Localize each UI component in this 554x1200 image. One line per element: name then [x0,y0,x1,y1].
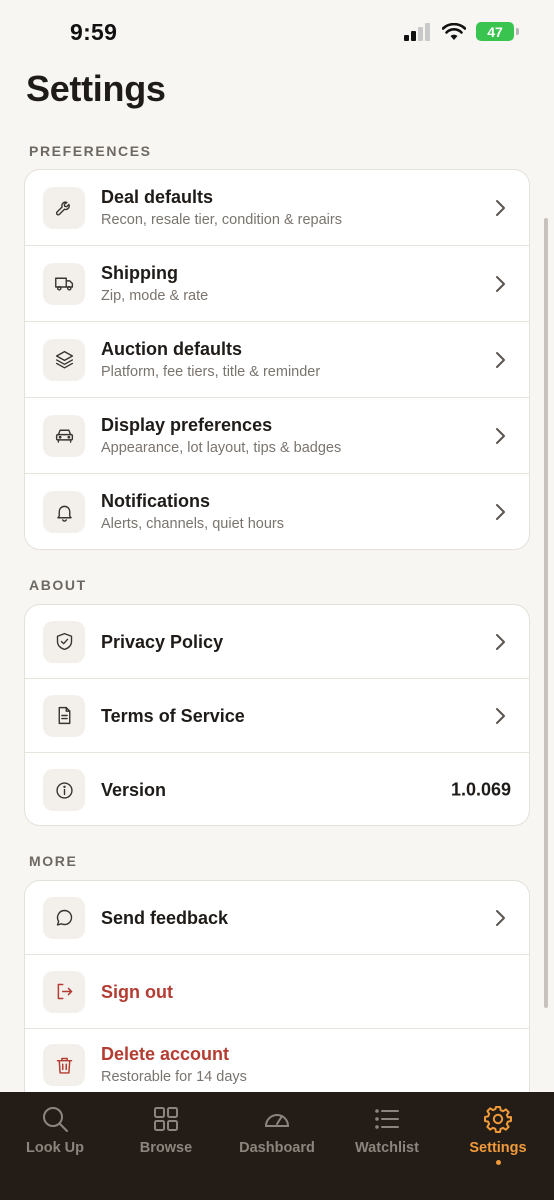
row-text: Shipping Zip, mode & rate [101,262,208,306]
tab-browse[interactable]: Browse [111,1092,221,1172]
document-icon [43,694,85,737]
row-title: Shipping [101,262,178,283]
settings-row-notifications[interactable]: Notifications Alerts, channels, quiet ho… [25,474,529,549]
section-header-preferences: PREFERENCES [29,143,152,159]
tab-label: Settings [469,1140,527,1156]
tab-bar: Look Up Browse Dashboard Watchlist Setti… [0,1092,554,1200]
row-title: Deal defaults [101,186,214,207]
row-text: Send feedback [101,907,228,929]
row-subtitle: Appearance, lot layout, tips & badges [101,439,342,456]
row-title: Privacy Policy [101,631,224,652]
row-text: Display preferences Appearance, lot layo… [101,414,341,458]
list-icon [375,1109,399,1129]
tab-label: Look Up [26,1140,84,1156]
tab-settings[interactable]: Settings [443,1092,553,1172]
shield-check-icon [43,620,85,663]
settings-row-version: Version 1.0.069 [25,753,529,825]
grid-icon [154,1107,178,1131]
row-title: Delete account [101,1044,230,1064]
scrollbar[interactable] [544,218,548,1008]
tab-dashboard[interactable]: Dashboard [222,1092,332,1172]
settings-row-deal-defaults[interactable]: Deal defaults Recon, resale tier, condit… [25,170,529,246]
row-title: Send feedback [101,907,229,928]
settings-scroll-area[interactable]: 9:59 47 Settings PREFERENCES Deal defaul… [0,0,554,1092]
row-text: Sign out [101,981,173,1003]
row-text: Version [101,779,166,801]
status-bar: 9:59 47 [0,0,554,64]
row-text: Delete account Restorable for 14 days [101,1043,247,1087]
section-header-about: ABOUT [29,577,87,593]
settings-row-terms-of-service[interactable]: Terms of Service [25,679,529,753]
sign-out-icon [43,970,85,1013]
tab-label: Watchlist [355,1140,419,1156]
info-icon [43,769,85,811]
chevron-right-icon [496,275,505,292]
tab-label: Browse [139,1140,193,1156]
wifi-icon [442,22,466,40]
row-title: Display preferences [101,414,273,435]
row-title: Version [101,780,167,800]
tab-label: Dashboard [239,1140,315,1156]
gauge-icon [264,1114,290,1127]
row-subtitle: Restorable for 14 days [101,1069,247,1085]
about-card: Privacy Policy Terms of Service Version … [24,604,530,826]
settings-row-shipping[interactable]: Shipping Zip, mode & rate [25,246,529,322]
settings-row-auction-defaults[interactable]: Auction defaults Platform, fee tiers, ti… [25,322,529,398]
row-text: Auction defaults Platform, fee tiers, ti… [101,338,320,382]
settings-row-delete-account[interactable]: Delete account Restorable for 14 days [25,1029,529,1092]
more-card: Send feedback Sign out Delete account Re… [24,880,530,1092]
trash-icon [43,1044,85,1086]
truck-icon [43,262,85,305]
chat-bubble-icon [43,896,85,939]
row-subtitle: Zip, mode & rate [101,287,209,304]
search-icon [43,1107,68,1132]
section-header-more: MORE [29,853,78,869]
row-title: Terms of Service [101,705,245,726]
row-title: Notifications [101,491,211,511]
version-value: 1.0.069 [450,779,511,800]
settings-row-sign-out[interactable]: Sign out [25,955,529,1029]
row-title: Sign out [101,981,173,1002]
cellular-signal-icon [404,22,430,41]
row-subtitle: Alerts, channels, quiet hours [101,516,284,532]
settings-row-display-preferences[interactable]: Display preferences Appearance, lot layo… [25,398,529,474]
wrench-icon [43,186,85,229]
active-tab-dot [495,1160,501,1165]
car-icon [43,414,85,457]
chevron-right-icon [496,707,505,724]
chevron-right-icon [496,504,505,520]
tab-watchlist[interactable]: Watchlist [332,1092,442,1172]
battery-indicator: 47 [476,22,519,41]
row-text: Privacy Policy [101,631,223,653]
settings-row-privacy-policy[interactable]: Privacy Policy [25,605,529,679]
preferences-card: Deal defaults Recon, resale tier, condit… [24,169,530,550]
battery-level: 47 [487,23,503,40]
gear-icon [484,1106,512,1133]
row-subtitle: Platform, fee tiers, title & reminder [101,363,321,380]
bell-icon [43,491,85,533]
row-text: Deal defaults Recon, resale tier, condit… [101,186,342,230]
row-text: Terms of Service [101,705,245,727]
chevron-right-icon [496,909,505,926]
row-title: Auction defaults [101,338,243,359]
tab-look-up[interactable]: Look Up [0,1092,110,1172]
settings-row-send-feedback[interactable]: Send feedback [25,881,529,955]
row-text: Notifications Alerts, channels, quiet ho… [101,490,284,534]
status-time: 9:59 [70,19,118,45]
chevron-right-icon [496,427,505,444]
status-icons: 47 [404,22,519,41]
layers-icon [43,338,85,381]
chevron-right-icon [496,633,505,650]
page-title: Settings [26,68,166,109]
chevron-right-icon [496,199,505,216]
row-subtitle: Recon, resale tier, condition & repairs [101,211,342,228]
chevron-right-icon [496,351,505,368]
